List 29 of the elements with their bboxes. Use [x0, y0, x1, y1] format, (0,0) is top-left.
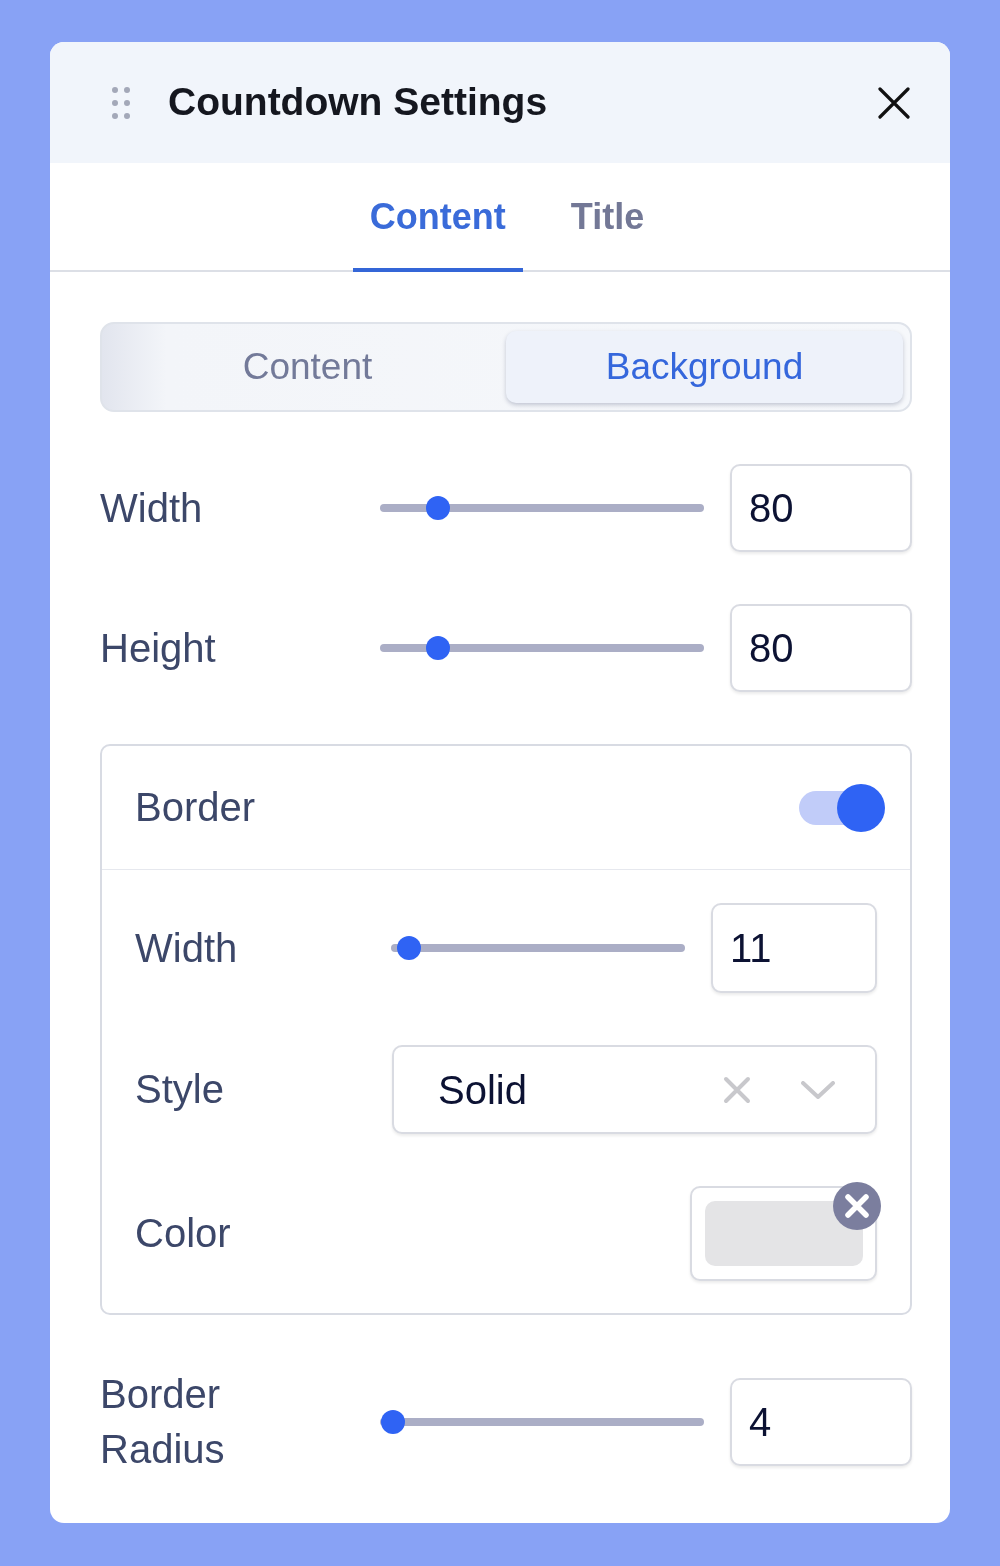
- slider-thumb[interactable]: [426, 636, 451, 660]
- slider-thumb[interactable]: [396, 936, 421, 960]
- slider-thumb[interactable]: [380, 1410, 405, 1434]
- toggle-switch[interactable]: [799, 783, 885, 832]
- field-label: Color: [135, 1210, 232, 1257]
- slider[interactable]: [391, 936, 685, 960]
- number-field[interactable]: 80: [730, 464, 912, 552]
- field-label: Style: [135, 1066, 225, 1113]
- field-label: Border: [135, 784, 256, 831]
- clear-icon[interactable]: [833, 1182, 881, 1230]
- close-icon[interactable]: [878, 86, 910, 119]
- slider[interactable]: [380, 636, 704, 660]
- segment-button[interactable]: Background: [506, 331, 903, 403]
- slider[interactable]: [380, 1410, 704, 1434]
- slider-thumb[interactable]: [426, 496, 451, 520]
- number-field[interactable]: 11: [711, 903, 877, 993]
- window-title: Countdown Settings: [168, 79, 549, 126]
- field-label: Width: [135, 924, 239, 972]
- segment-button[interactable]: Content: [109, 331, 506, 403]
- tab[interactable]: Title: [553, 163, 662, 270]
- color-field[interactable]: [690, 1186, 877, 1281]
- number-field[interactable]: 4: [730, 1378, 912, 1466]
- field-label: Height: [100, 624, 217, 672]
- slider[interactable]: [380, 496, 704, 520]
- field-label: Border Radius: [100, 1371, 226, 1473]
- drag-handle-icon[interactable]: [112, 86, 130, 119]
- tab[interactable]: Content: [352, 163, 523, 270]
- number-field[interactable]: 80: [730, 604, 912, 692]
- field-label: Width: [100, 484, 204, 532]
